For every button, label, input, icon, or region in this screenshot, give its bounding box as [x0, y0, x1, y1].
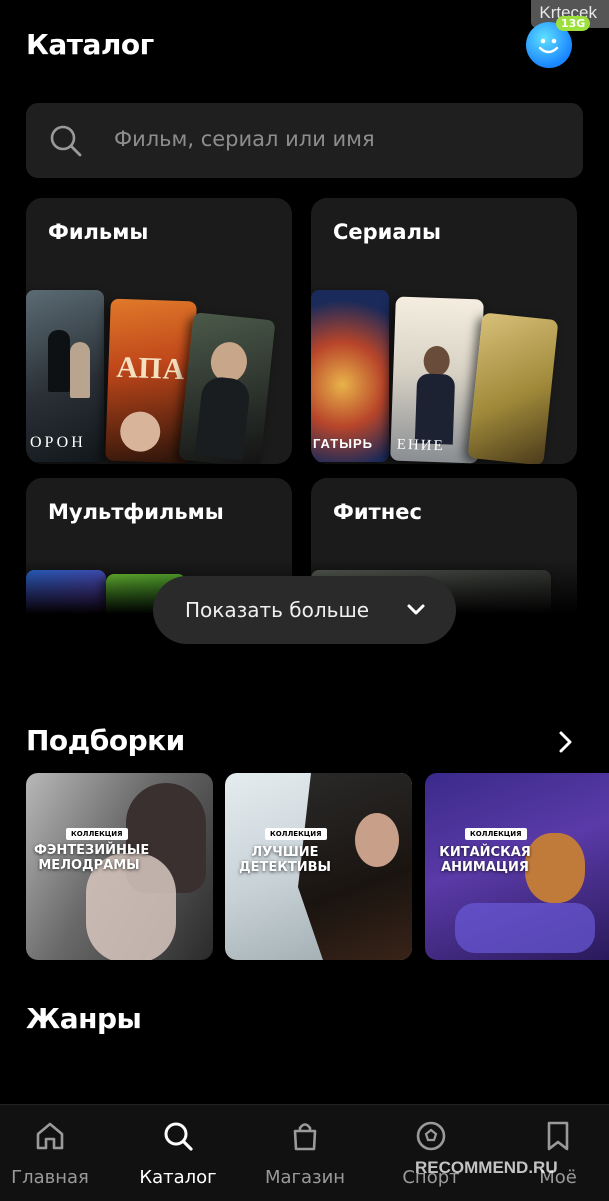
search-icon: [164, 1122, 193, 1151]
home-icon: [36, 1122, 64, 1150]
avatar-badge: 13G: [556, 16, 591, 31]
bottom-tab-bar: Главная Каталог Магазин Спорт Моё: [0, 1104, 609, 1201]
collection-card[interactable]: КОЛЛЕКЦИЯ ЛУЧШИЕ ДЕТЕКТИВЫ: [225, 773, 412, 960]
category-label: Мультфильмы: [48, 500, 224, 524]
collection-badge: КОЛЛЕКЦИЯ: [465, 828, 527, 840]
category-label: Сериалы: [333, 220, 441, 244]
chevron-right-icon[interactable]: [556, 730, 574, 754]
tab-home[interactable]: Главная: [0, 1105, 105, 1201]
ball-icon: [416, 1121, 446, 1151]
collection-card[interactable]: КОЛЛЕКЦИЯ КИТАЙСКАЯ АНИМАЦИЯ: [425, 773, 609, 960]
category-label: Фильмы: [48, 220, 149, 244]
tab-label: Главная: [11, 1167, 89, 1188]
poster-title: АПА: [115, 350, 186, 387]
collection-badge: КОЛЛЕКЦИЯ: [265, 828, 327, 840]
genres-title: Жанры: [26, 1002, 142, 1035]
collections-title: Подборки: [26, 724, 185, 757]
search-icon: [50, 125, 82, 157]
search-placeholder: Фильм, сериал или имя: [114, 127, 375, 151]
chevron-down-icon: [407, 604, 425, 615]
shopping-bag-icon: [293, 1123, 317, 1151]
collection-card[interactable]: КОЛЛЕКЦИЯ ФЭНТЕЗИЙНЫЕ МЕЛОДРАМЫ: [26, 773, 213, 960]
show-more-button[interactable]: Показать больше: [153, 576, 456, 644]
collection-title: ЛУЧШИЕ ДЕТЕКТИВЫ: [239, 845, 331, 875]
tab-shop[interactable]: Магазин: [250, 1105, 360, 1201]
watermark-bottom: RECOMMEND.RU: [415, 1158, 558, 1177]
tab-sport[interactable]: Спорт: [376, 1105, 486, 1201]
collection-badge: КОЛЛЕКЦИЯ: [66, 828, 128, 840]
show-more-label: Показать больше: [185, 598, 370, 622]
poster-image: [178, 312, 276, 464]
bookmark-icon: [547, 1121, 569, 1151]
poster-title: ЕНИЕ: [396, 436, 445, 455]
tab-label: Магазин: [264, 1167, 346, 1188]
tab-my[interactable]: Моё: [503, 1105, 609, 1201]
poster-image: ОРОН: [26, 290, 104, 462]
tab-label: Каталог: [139, 1167, 217, 1188]
poster-title: ОРОН: [30, 434, 86, 451]
poster-title: ГАТЫРЬ: [313, 436, 373, 451]
search-input[interactable]: Фильм, сериал или имя: [26, 103, 583, 178]
category-label: Фитнес: [333, 500, 422, 524]
category-tile-series[interactable]: Сериалы ГАТЫРЬ ЕНИЕ: [311, 198, 577, 464]
page-title: Каталог: [26, 28, 154, 61]
tab-catalog[interactable]: Каталог: [123, 1105, 233, 1201]
collection-title: КИТАЙСКАЯ АНИМАЦИЯ: [439, 845, 531, 875]
category-tile-movies[interactable]: Фильмы ОРОН АПА: [26, 198, 292, 464]
poster-image: [467, 312, 559, 464]
collection-title: ФЭНТЕЗИЙНЫЕ МЕЛОДРАМЫ: [34, 843, 150, 873]
poster-image: ГАТЫРЬ: [311, 290, 389, 462]
